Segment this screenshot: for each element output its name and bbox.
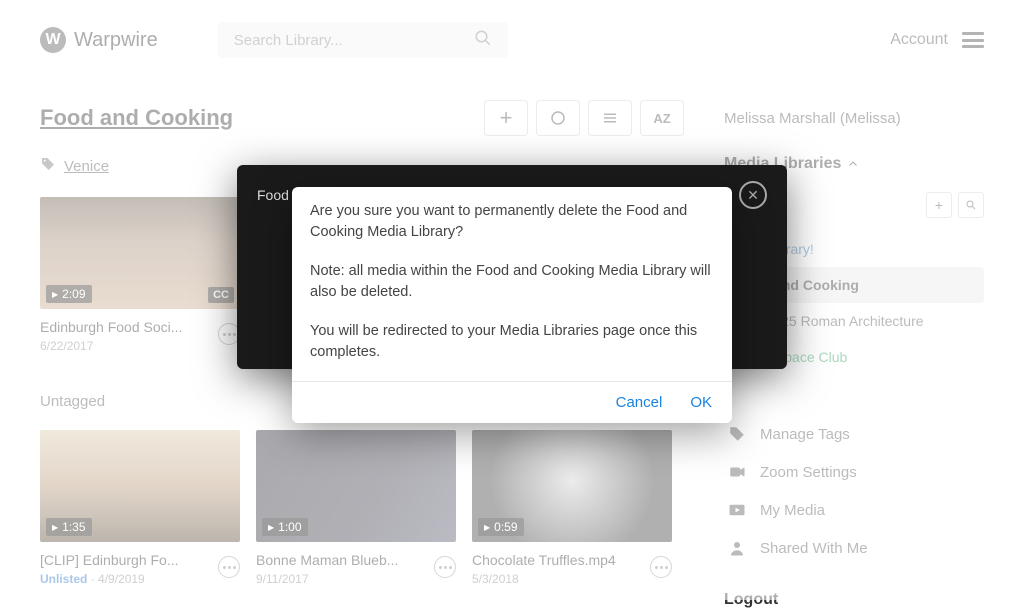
cancel-button[interactable]: Cancel [616,394,663,411]
confirm-dialog: Are you sure you want to permanently del… [292,187,732,423]
close-button[interactable]: ✕ [739,181,767,209]
dialog-text: Note: all media within the Food and Cook… [310,261,714,303]
ok-button[interactable]: OK [690,394,712,411]
dialog-text: You will be redirected to your Media Lib… [310,321,714,363]
close-icon: ✕ [747,187,759,204]
dialog-text: Are you sure you want to permanently del… [310,201,714,243]
